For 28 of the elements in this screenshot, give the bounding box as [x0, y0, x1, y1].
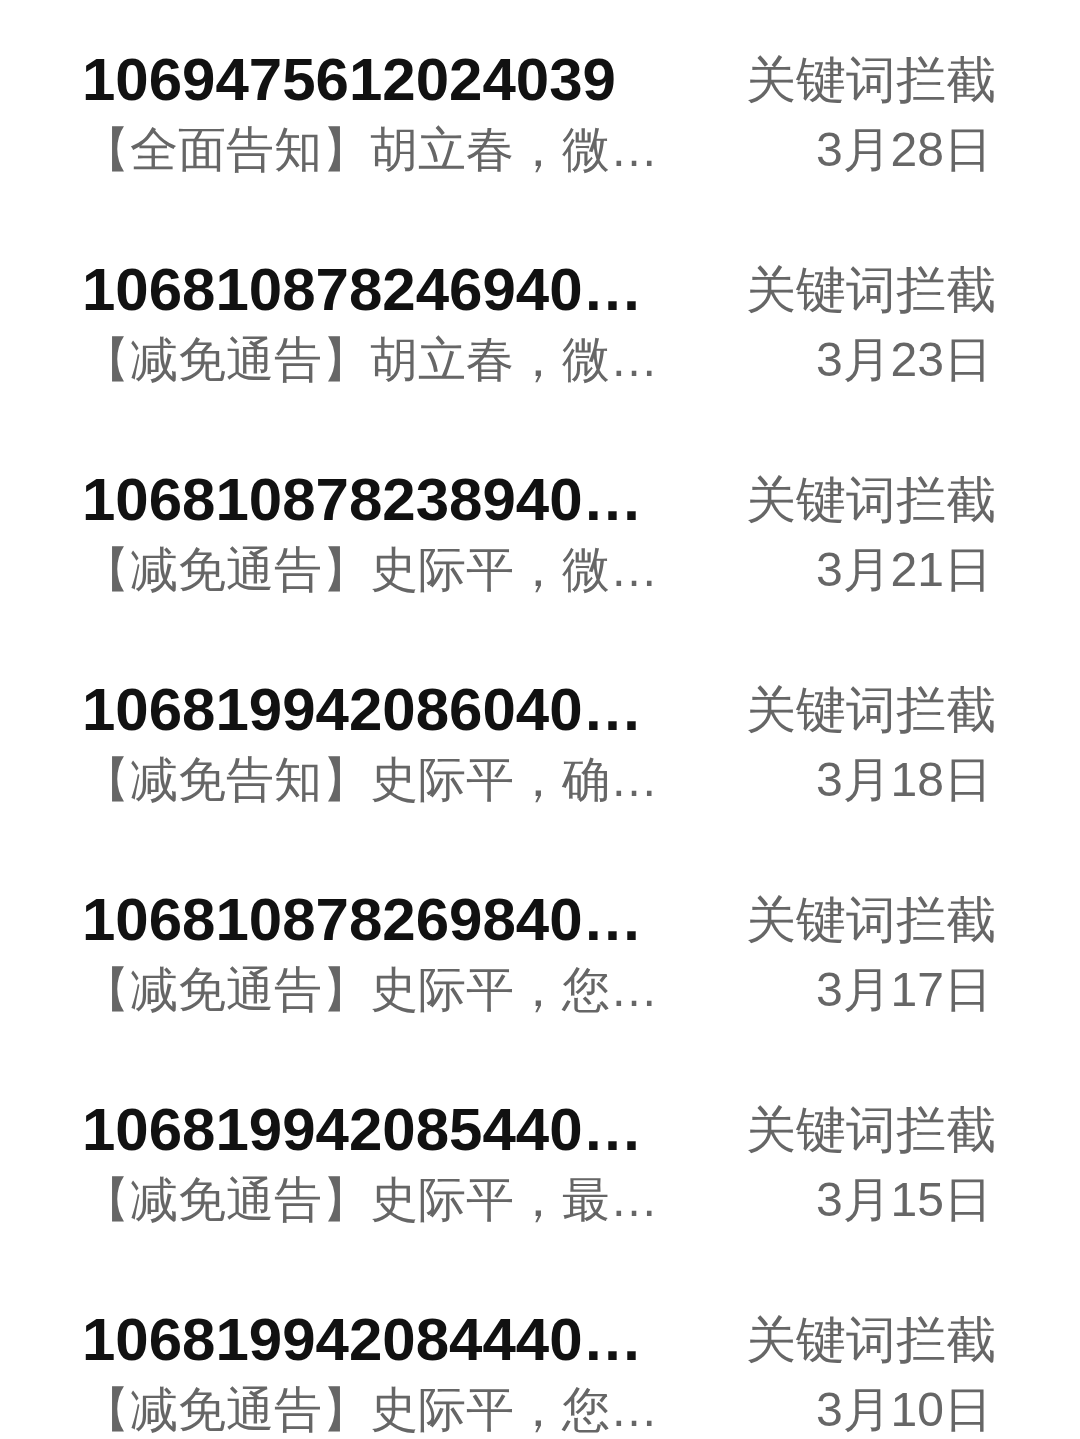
- message-preview: 【全面告知】胡立春，微…: [82, 122, 658, 178]
- sender-number: 106810878246940…: [82, 255, 643, 325]
- message-preview: 【减免通告】史际平，最…: [82, 1172, 658, 1228]
- sender-number: 1069475612024039: [82, 45, 616, 115]
- block-reason: 关键词拦截: [746, 51, 996, 110]
- sender-number: 106819942086040…: [82, 675, 643, 745]
- sender-number: 106810878269840…: [82, 885, 643, 955]
- sender-number: 106819942085440…: [82, 1095, 643, 1165]
- message-preview: 【减免告知】史际平，确…: [82, 752, 658, 808]
- message-preview: 【减免通告】史际平，您…: [82, 962, 658, 1018]
- message-date: 3月23日: [815, 332, 993, 388]
- message-preview: 【减免通告】史际平，微…: [82, 542, 658, 598]
- message-date: 3月28日: [815, 122, 993, 178]
- message-date: 3月21日: [815, 542, 993, 598]
- block-reason: 关键词拦截: [746, 891, 996, 950]
- message-preview: 【减免通告】胡立春，微…: [82, 332, 658, 388]
- block-reason: 关键词拦截: [746, 471, 996, 530]
- message-date: 3月17日: [815, 962, 993, 1018]
- block-reason: 关键词拦截: [746, 1101, 996, 1160]
- block-reason: 关键词拦截: [746, 681, 996, 740]
- message-date: 3月10日: [815, 1382, 993, 1438]
- block-reason: 关键词拦截: [746, 1311, 996, 1370]
- sender-number: 106810878238940…: [82, 465, 643, 535]
- block-reason: 关键词拦截: [746, 261, 996, 320]
- message-date: 3月15日: [815, 1172, 993, 1228]
- message-date: 3月18日: [815, 752, 993, 808]
- sender-number: 106819942084440…: [82, 1305, 643, 1375]
- message-preview: 【减免通告】史际平，您…: [82, 1382, 658, 1438]
